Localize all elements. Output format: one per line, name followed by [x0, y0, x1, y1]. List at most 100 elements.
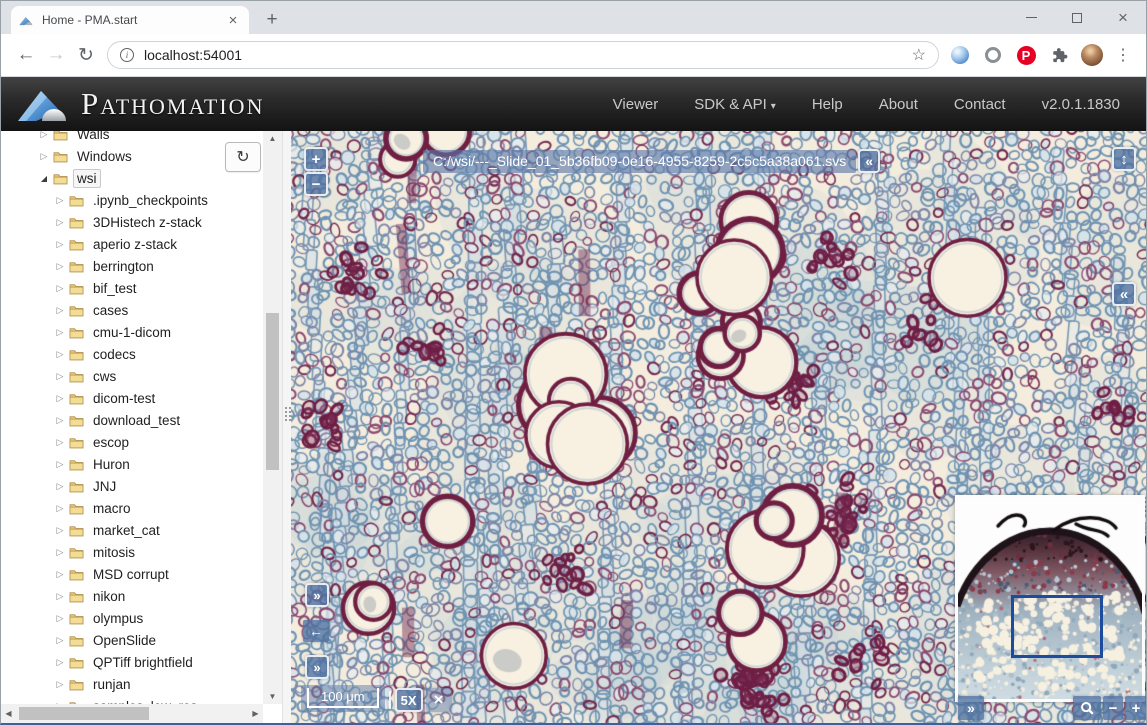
- tree-item-label[interactable]: aperio z-stack: [89, 235, 181, 254]
- profile-avatar[interactable]: [1081, 44, 1103, 66]
- site-info-icon[interactable]: i: [120, 48, 134, 62]
- tree-item-label[interactable]: cmu-1-dicom: [89, 323, 175, 342]
- url-text[interactable]: localhost:54001: [144, 47, 912, 63]
- tree-expand-icon[interactable]: ▷: [53, 283, 67, 294]
- tree-expand-icon[interactable]: ▷: [37, 131, 51, 140]
- brand[interactable]: Pathomation: [17, 83, 264, 125]
- nav-item-v2-0-1-1830[interactable]: v2.0.1.1830: [1042, 96, 1120, 113]
- slide-viewer[interactable]: + − C:/wsi/---_Slide_01_5b36fb09-0e16-49…: [291, 131, 1146, 723]
- magnification-button[interactable]: 5X: [395, 688, 423, 712]
- tree-item-label[interactable]: runjan: [89, 675, 135, 694]
- tree-item-huron[interactable]: ▷ Huron: [1, 453, 263, 475]
- tree-item-label[interactable]: escop: [89, 433, 133, 452]
- tree-item-codecs[interactable]: ▷codecs: [1, 343, 263, 365]
- tree-item-wsi[interactable]: ◢wsi: [1, 167, 263, 189]
- tree-expand-icon[interactable]: ▷: [53, 371, 67, 382]
- tree-expand-icon[interactable]: ▷: [53, 415, 67, 426]
- tree-item-3dhistech-z-stack[interactable]: ▷3DHistech z-stack: [1, 211, 263, 233]
- tree-item-label[interactable]: bif_test: [89, 279, 141, 298]
- scroll-up-icon[interactable]: ▲: [263, 131, 282, 146]
- minimap-expand-button[interactable]: »: [958, 696, 984, 720]
- tree-item-escop[interactable]: ▷escop: [1, 431, 263, 453]
- tree-expand-icon[interactable]: ▷: [53, 327, 67, 338]
- tree-item-label[interactable]: mitosis: [89, 543, 139, 562]
- tree-expand-icon[interactable]: ▷: [53, 503, 67, 514]
- tree-item-label[interactable]: Huron: [89, 455, 134, 474]
- window-maximize-icon[interactable]: [1054, 1, 1100, 34]
- tree-item-label[interactable]: .ipynb_checkpoints: [89, 191, 212, 210]
- sidebar-vertical-scrollbar[interactable]: ▲ ▼: [263, 131, 282, 704]
- minimap-zoom-in-button[interactable]: +: [1125, 696, 1146, 720]
- new-tab-button[interactable]: +: [259, 8, 285, 32]
- tree-item-label[interactable]: dicom-test: [89, 389, 159, 408]
- tree-item-bif-test[interactable]: ▷ bif_test: [1, 277, 263, 299]
- extension-swirl-icon[interactable]: [949, 44, 971, 66]
- right-panel-collapse-button[interactable]: «: [1112, 282, 1136, 306]
- tree-expand-icon[interactable]: ▷: [53, 481, 67, 492]
- back-icon[interactable]: ←: [11, 40, 41, 70]
- tree-item-walls[interactable]: ▷ Walls: [1, 131, 263, 145]
- tree-item-market-cat[interactable]: ▷market_cat: [1, 519, 263, 541]
- tree-item-macro[interactable]: ▷ macro: [1, 497, 263, 519]
- tree-expand-icon[interactable]: ▷: [53, 195, 67, 206]
- nav-item-help[interactable]: Help: [812, 96, 843, 113]
- nav-item-about[interactable]: About: [879, 96, 918, 113]
- window-minimize-icon[interactable]: [1008, 1, 1054, 34]
- nav-item-contact[interactable]: Contact: [954, 96, 1006, 113]
- tree-item-mitosis[interactable]: ▷ mitosis: [1, 541, 263, 563]
- tree-item-label[interactable]: cases: [89, 301, 132, 320]
- tree-expand-icon[interactable]: ▷: [53, 217, 67, 228]
- tree-item-label[interactable]: nikon: [89, 587, 129, 606]
- tree-expand-icon[interactable]: ▷: [53, 525, 67, 536]
- extension-pinterest-icon[interactable]: P: [1015, 44, 1037, 66]
- tree-expand-icon[interactable]: ▷: [53, 459, 67, 470]
- tree-expand-icon[interactable]: ▷: [53, 591, 67, 602]
- tree-item-windows[interactable]: ▷ Windows: [1, 145, 263, 167]
- gallery-expand-button[interactable]: »: [305, 583, 329, 607]
- vertical-scroll-thumb[interactable]: [266, 313, 279, 470]
- tree-item-label[interactable]: download_test: [89, 411, 184, 430]
- fit-vertical-button[interactable]: ↕: [1112, 147, 1136, 171]
- tree-expand-icon[interactable]: ▷: [53, 569, 67, 580]
- tree-expand-icon[interactable]: ▷: [53, 613, 67, 624]
- tree-expand-icon[interactable]: ▷: [53, 393, 67, 404]
- tree-expand-icon[interactable]: ▷: [53, 679, 67, 690]
- tree-item-runjan[interactable]: ▷ runjan: [1, 673, 263, 695]
- pan-left-button[interactable]: ←: [303, 620, 329, 642]
- tree-item-cases[interactable]: ▷ cases: [1, 299, 263, 321]
- tree-item-download-test[interactable]: ▷ download_test: [1, 409, 263, 431]
- tree-item-label[interactable]: QPTiff brightfield: [89, 653, 197, 672]
- horizontal-scroll-thumb[interactable]: [19, 707, 149, 720]
- tree-expand-icon[interactable]: ▷: [53, 657, 67, 668]
- nav-item-sdk-api[interactable]: SDK & API▾: [694, 96, 776, 113]
- tree-item-label[interactable]: macro: [89, 499, 135, 518]
- tree-expand-icon[interactable]: ▷: [37, 151, 51, 162]
- tree-item-nikon[interactable]: ▷ nikon: [1, 585, 263, 607]
- tree-item-qptiff-brightfield[interactable]: ▷ QPTiff brightfield: [1, 651, 263, 673]
- minimap-viewport-rect[interactable]: [1011, 595, 1103, 658]
- tree-expand-icon[interactable]: ▷: [53, 305, 67, 316]
- overview-minimap[interactable]: [955, 495, 1145, 702]
- filmstrip-expand-button[interactable]: »: [305, 655, 329, 679]
- tab-close-icon[interactable]: ×: [225, 12, 241, 29]
- tree-expand-icon[interactable]: ▷: [53, 349, 67, 360]
- tree-expand-icon[interactable]: ▷: [53, 547, 67, 558]
- path-collapse-button[interactable]: «: [858, 149, 880, 173]
- tree-item-jnj[interactable]: ▷JNJ: [1, 475, 263, 497]
- scroll-left-icon[interactable]: ◀: [1, 704, 16, 723]
- tree-item-openslide[interactable]: ▷OpenSlide: [1, 629, 263, 651]
- tree-item-label[interactable]: cws: [89, 367, 120, 386]
- scroll-right-icon[interactable]: ▶: [248, 704, 263, 723]
- browser-tab[interactable]: Home - PMA.start ×: [11, 6, 249, 34]
- sidebar-splitter[interactable]: [282, 131, 291, 723]
- tree-item-dicom-test[interactable]: ▷ dicom-test: [1, 387, 263, 409]
- minimap-zoom-out-button[interactable]: −: [1103, 696, 1123, 720]
- tree-item-msd-corrupt[interactable]: ▷MSD corrupt: [1, 563, 263, 585]
- tree-item-label[interactable]: Windows: [73, 147, 136, 166]
- tree-item-label[interactable]: Walls: [73, 131, 114, 144]
- tree-item-label[interactable]: wsi: [73, 169, 101, 188]
- zoom-out-button[interactable]: −: [304, 172, 328, 196]
- tree-item-cmu-1-dicom[interactable]: ▷ cmu-1-dicom: [1, 321, 263, 343]
- tree-expand-icon[interactable]: ▷: [53, 635, 67, 646]
- browser-menu-icon[interactable]: ⋮: [1114, 45, 1132, 65]
